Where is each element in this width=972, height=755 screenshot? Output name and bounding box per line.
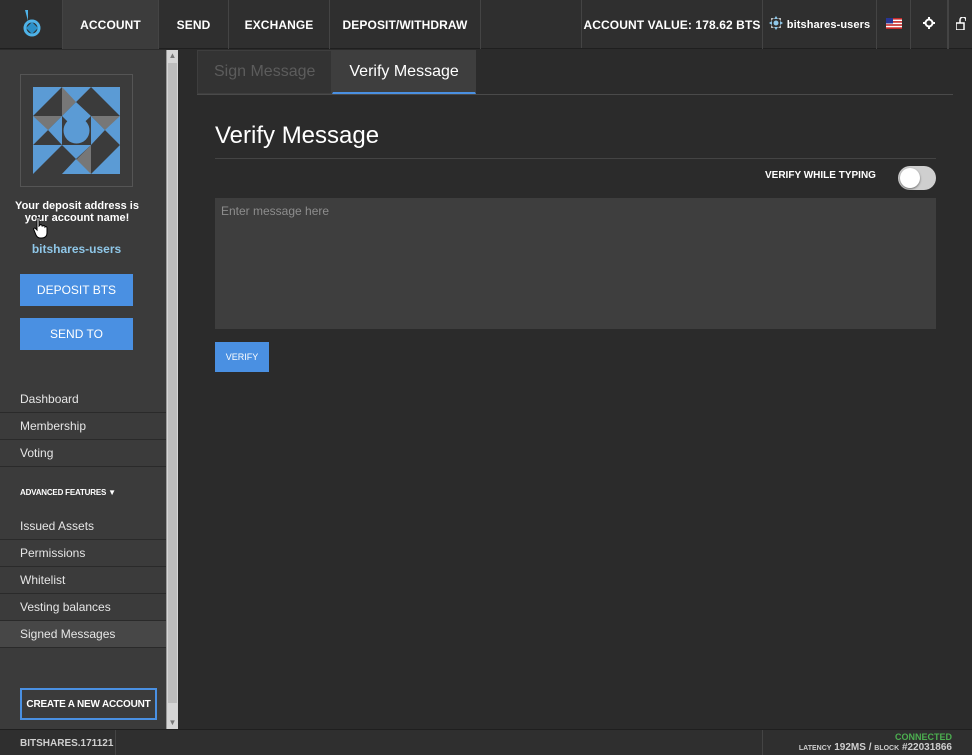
deposit-bts-button[interactable]: DEPOSIT BTS bbox=[20, 274, 133, 306]
send-to-button[interactable]: SEND TO bbox=[20, 318, 133, 350]
account-value[interactable]: ACCOUNT VALUE: 178.62 BTS bbox=[582, 0, 763, 49]
latency-block-info: LATENCY 192MS / BLOCK #22031866 bbox=[799, 742, 952, 753]
connection-status[interactable]: CONNECTED LATENCY 192MS / BLOCK #2203186… bbox=[762, 730, 972, 755]
sidebar-scrollbar[interactable]: ▲ ▼ bbox=[166, 50, 178, 729]
tabs-divider bbox=[197, 94, 953, 95]
sidebar-account-name[interactable]: bitshares-users bbox=[0, 242, 153, 256]
nav-account[interactable]: ACCOUNT bbox=[63, 0, 159, 49]
top-navigation-bar: ACCOUNT SEND EXCHANGE DEPOSIT/WITHDRAW A… bbox=[0, 0, 972, 49]
message-input[interactable] bbox=[215, 198, 936, 329]
sidebar-item-voting[interactable]: Voting bbox=[0, 440, 166, 467]
sidebar-item-whitelist[interactable]: Whitelist bbox=[0, 567, 166, 594]
version-label[interactable]: BITSHARES.171121 bbox=[0, 730, 116, 755]
sidebar-item-signed-messages[interactable]: Signed Messages bbox=[0, 621, 166, 648]
message-tabs: Sign Message Verify Message bbox=[197, 50, 476, 94]
sidebar-item-membership[interactable]: Membership bbox=[0, 413, 166, 440]
verify-button[interactable]: VERIFY bbox=[215, 342, 269, 372]
tab-sign-message[interactable]: Sign Message bbox=[197, 50, 333, 94]
sidebar-item-permissions[interactable]: Permissions bbox=[0, 540, 166, 567]
topbar-spacer bbox=[481, 0, 582, 48]
sidebar-menu: Dashboard Membership Voting bbox=[0, 386, 166, 467]
scroll-down-icon[interactable]: ▼ bbox=[167, 717, 178, 729]
block-label: BLOCK bbox=[874, 745, 900, 752]
connected-status: CONNECTED bbox=[894, 732, 952, 742]
latency-value: 192MS bbox=[834, 742, 866, 753]
nav-exchange[interactable]: EXCHANGE bbox=[229, 0, 330, 49]
account-switcher[interactable]: bitshares-users bbox=[763, 0, 877, 49]
sidebar-item-issued-assets[interactable]: Issued Assets bbox=[0, 513, 166, 540]
advanced-features-toggle[interactable]: ADVANCED FEATURES ▼ bbox=[20, 488, 116, 497]
page-title: Verify Message bbox=[215, 122, 380, 149]
toggle-knob bbox=[900, 168, 920, 188]
nav-send[interactable]: SEND bbox=[159, 0, 229, 49]
account-name-label: bitshares-users bbox=[786, 18, 871, 31]
tab-verify-message[interactable]: Verify Message bbox=[332, 50, 476, 94]
sidebar-item-dashboard[interactable]: Dashboard bbox=[0, 386, 166, 413]
footer-bar: BITSHARES.171121 CONNECTED LATENCY 192MS… bbox=[0, 729, 972, 755]
identicon-icon bbox=[33, 87, 120, 174]
gear-icon bbox=[923, 17, 935, 32]
verify-while-typing-label: VERIFY WHILE TYPING bbox=[765, 170, 876, 181]
sidebar-item-vesting-balances[interactable]: Vesting balances bbox=[0, 594, 166, 621]
lock-button[interactable] bbox=[948, 0, 972, 49]
block-value: #22031866 bbox=[901, 742, 952, 753]
hand-cursor-icon bbox=[33, 216, 49, 239]
account-identicon-icon bbox=[768, 16, 783, 33]
unlock-icon bbox=[954, 15, 967, 33]
app-window: ACCOUNT SEND EXCHANGE DEPOSIT/WITHDRAW A… bbox=[0, 0, 972, 755]
scroll-up-icon[interactable]: ▲ bbox=[167, 50, 178, 62]
advanced-menu: Issued Assets Permissions Whitelist Vest… bbox=[0, 513, 166, 648]
sidebar: Your deposit address is your account nam… bbox=[0, 50, 166, 729]
verify-while-typing-toggle[interactable] bbox=[898, 166, 936, 190]
latency-label: LATENCY bbox=[798, 745, 832, 752]
title-divider bbox=[215, 158, 936, 159]
main-content: Sign Message Verify Message Verify Messa… bbox=[178, 50, 972, 729]
us-flag-icon bbox=[885, 17, 902, 32]
latency-separator: / bbox=[868, 742, 872, 753]
settings-button[interactable] bbox=[910, 0, 948, 49]
bitshares-logo[interactable] bbox=[0, 0, 63, 49]
account-identicon[interactable] bbox=[20, 74, 133, 187]
scrollbar-thumb[interactable] bbox=[168, 63, 177, 703]
create-account-button[interactable]: CREATE A NEW ACCOUNT bbox=[20, 688, 157, 720]
language-selector[interactable] bbox=[877, 0, 910, 49]
nav-deposit-withdraw[interactable]: DEPOSIT/WITHDRAW bbox=[330, 0, 481, 49]
bitshares-logo-icon bbox=[20, 9, 42, 40]
